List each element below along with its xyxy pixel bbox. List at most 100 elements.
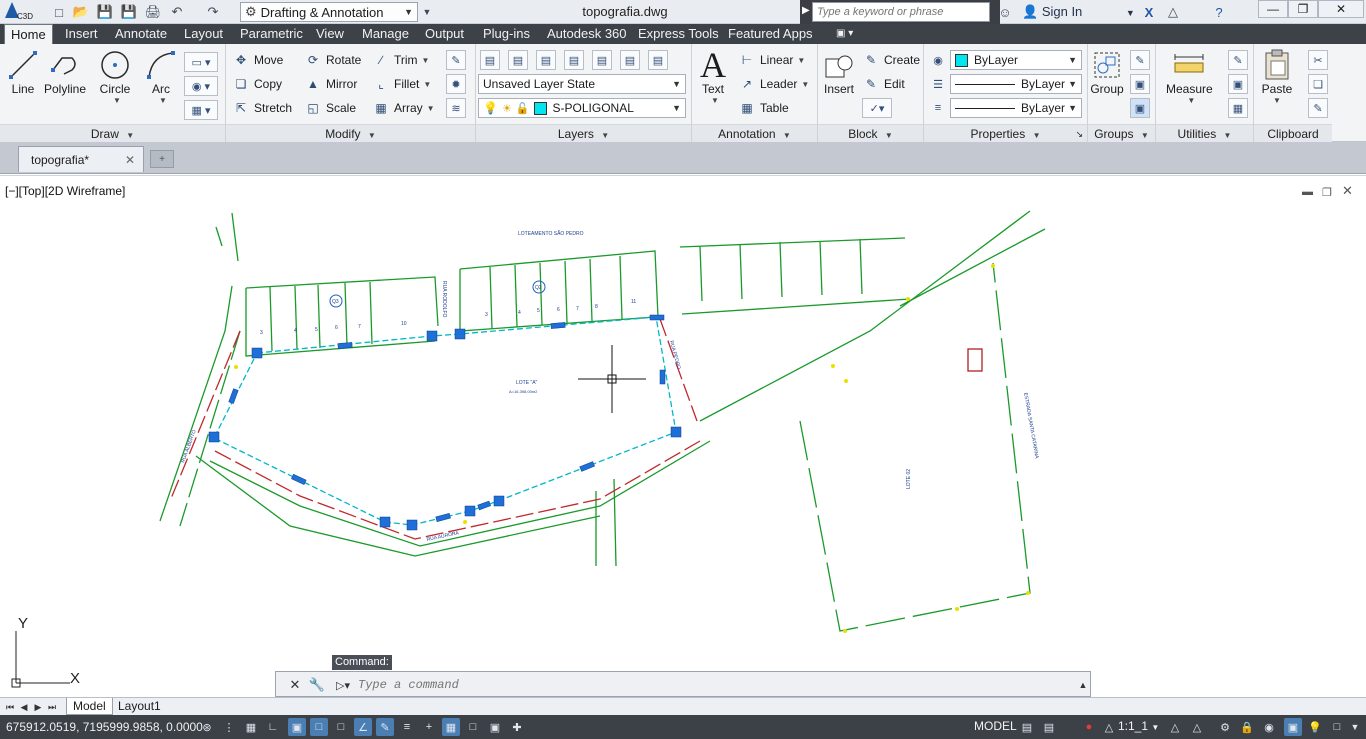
chevron-up-icon[interactable]: ▲ — [1074, 676, 1092, 694]
file-tab-topografia[interactable]: topografia* ✕ — [18, 146, 144, 172]
quick-select-icon[interactable]: ✎ — [1228, 50, 1248, 70]
layer-lock-icon[interactable]: ▤ — [592, 50, 612, 70]
auto-scale-icon[interactable]: △ — [1188, 718, 1206, 736]
scale-tool[interactable]: ◱ Scale — [304, 98, 356, 118]
tab-home[interactable]: Home — [4, 24, 53, 44]
drawing-viewport[interactable]: LOTEAMENTO SÃO PEDRO LOTE "A" A=16.398,0… — [0, 175, 1366, 696]
recent-commands-icon[interactable]: ▷▾ — [332, 676, 354, 694]
edit-block-tool[interactable]: ✎ Edit — [862, 74, 905, 94]
coordinates-readout[interactable]: 675912.0519, 7195999.9858, 0.0000 — [6, 720, 203, 734]
new-file-icon[interactable]: □ — [50, 3, 68, 21]
selection-cycling-icon[interactable]: ✚ — [508, 718, 526, 736]
clipboard-panel-title[interactable]: Clipboard — [1254, 124, 1332, 142]
current-layer-select[interactable]: 💡 ☀ 🔓 S-POLIGONAL ▼ — [478, 98, 686, 118]
tab-annotate[interactable]: Annotate — [109, 24, 173, 44]
help-search-input[interactable] — [812, 2, 990, 22]
line-tool[interactable]: Line — [6, 48, 40, 96]
block-attributes-icon[interactable]: ✓▾ — [862, 98, 892, 118]
binoculars-icon[interactable]: ☺ — [996, 3, 1014, 21]
annotation-scale-icon[interactable]: △ — [1100, 718, 1118, 736]
polyline-tool[interactable]: Polyline — [44, 48, 86, 96]
annotation-panel-title[interactable]: Annotation ▼ — [692, 124, 817, 142]
boundary-icon[interactable]: ▦ ▾ — [184, 100, 218, 120]
minimize-button[interactable]: — — [1258, 0, 1288, 18]
ungroup-icon[interactable]: ✎ — [1130, 50, 1150, 70]
command-input[interactable] — [358, 676, 1058, 694]
tab-layout1[interactable]: Layout1 — [112, 698, 167, 715]
open-file-icon[interactable]: 📂 — [72, 3, 90, 21]
circle-tool[interactable]: Circle ▼ — [98, 48, 132, 105]
status-menu-icon[interactable]: ▼ — [1346, 718, 1364, 736]
lwt-icon[interactable]: ≡ — [398, 718, 416, 736]
layer-isolate-icon[interactable]: ▤ — [508, 50, 528, 70]
layer-freeze-icon[interactable]: ▤ — [564, 50, 584, 70]
explode-icon[interactable]: ✹ — [446, 74, 466, 94]
copy-clip-icon[interactable]: ❏ — [1308, 74, 1328, 94]
location-pin-icon[interactable]: ● — [1080, 718, 1098, 736]
tab-parametric[interactable]: Parametric — [234, 24, 309, 44]
clean-screen-icon[interactable]: □ — [1328, 718, 1346, 736]
array-tool[interactable]: ▦ Array ▼ — [372, 98, 434, 118]
annotation-scale-value[interactable]: 1:1_1 ▼ — [1118, 719, 1159, 733]
ducs-icon[interactable]: ∠ — [354, 718, 372, 736]
lineweight-select[interactable]: ByLayer ▼ — [950, 98, 1082, 118]
otrack-icon[interactable]: □ — [332, 718, 350, 736]
layer-off-icon[interactable]: ▤ — [536, 50, 556, 70]
sc-icon[interactable]: □ — [464, 718, 482, 736]
erase-icon[interactable]: ✎ — [446, 50, 466, 70]
app-menu-icon[interactable]: C3D — [2, 1, 38, 21]
measure-tool[interactable]: Measure ▼ — [1166, 48, 1213, 105]
layer-match-icon[interactable]: ▤ — [620, 50, 640, 70]
linetype-icon[interactable]: ☰ — [928, 74, 948, 94]
properties-panel-title[interactable]: Properties ▼ ↘ — [924, 124, 1087, 142]
leader-tool[interactable]: ↗ Leader ▼ — [738, 74, 809, 94]
color-wheel-icon[interactable]: ◉ — [928, 50, 948, 70]
ribbon-options-icon[interactable]: ▣ ▾ — [830, 24, 859, 44]
ortho-icon[interactable]: ▦ — [242, 718, 260, 736]
save-as-icon[interactable]: 💾 — [120, 3, 138, 21]
linetype-select[interactable]: ByLayer ▼ — [950, 74, 1082, 94]
workspace-dropdown[interactable]: ⚙ Drafting & Annotation ▼ — [240, 2, 418, 22]
arc-tool[interactable]: Arc ▼ — [144, 48, 178, 105]
first-tab-icon[interactable]: ⏮ — [4, 700, 16, 714]
close-tab-icon[interactable]: ✕ — [125, 153, 135, 167]
tab-express-tools[interactable]: Express Tools — [632, 24, 725, 44]
rectangle-icon[interactable]: ▭ ▾ — [184, 52, 218, 72]
tab-layout[interactable]: Layout — [178, 24, 229, 44]
exchange-apps-icon[interactable]: X — [1140, 3, 1158, 21]
groups-panel-title[interactable]: Groups ▼ — [1088, 124, 1155, 142]
bulb-icon[interactable]: 💡 — [1306, 718, 1324, 736]
expand-icon[interactable]: ▶ — [802, 5, 810, 16]
quick-view-layouts-icon[interactable]: ▤ — [1018, 718, 1036, 736]
undo-icon[interactable]: ↶ — [168, 3, 186, 21]
hardware-acceleration-icon[interactable]: ◉ — [1260, 718, 1278, 736]
close-command-icon[interactable]: ✕ — [286, 676, 304, 694]
tab-output[interactable]: Output — [419, 24, 470, 44]
tab-view[interactable]: View — [310, 24, 350, 44]
tab-manage[interactable]: Manage — [356, 24, 415, 44]
quick-access-menu-icon[interactable]: ▼ — [418, 3, 436, 21]
modify-panel-title[interactable]: Modify ▼ — [226, 124, 475, 142]
polar-icon[interactable]: ∟ — [264, 718, 282, 736]
insert-tool[interactable]: Insert — [822, 48, 856, 96]
create-block-tool[interactable]: ✎ Create — [862, 50, 920, 70]
autodesk-360-icon[interactable]: △ — [1164, 3, 1182, 21]
copy-tool[interactable]: ❏ Copy — [232, 74, 282, 94]
color-select[interactable]: ByLayer ▼ — [950, 50, 1082, 70]
linear-tool[interactable]: ⊢ Linear ▼ — [738, 50, 806, 70]
select-all-icon[interactable]: ▣ — [1228, 74, 1248, 94]
text-tool[interactable]: A Text ▼ — [696, 45, 730, 105]
previous-tab-icon[interactable]: ◀ — [18, 700, 30, 714]
tab-insert[interactable]: Insert — [59, 24, 104, 44]
cut-icon[interactable]: ✂ — [1308, 50, 1328, 70]
osnap-icon[interactable]: ▣ — [288, 718, 306, 736]
close-button[interactable]: ✕ — [1318, 0, 1364, 18]
workspace-switching-icon[interactable]: ⚙ — [1216, 718, 1234, 736]
block-panel-title[interactable]: Block ▼ — [818, 124, 923, 142]
lock-ui-icon[interactable]: 🔒 — [1238, 718, 1256, 736]
draw-panel-title[interactable]: Draw ▼ — [0, 124, 225, 142]
print-icon[interactable]: 🖨 — [144, 3, 162, 21]
dyn-icon[interactable]: ✎ — [376, 718, 394, 736]
utilities-panel-title[interactable]: Utilities ▼ — [1156, 124, 1253, 142]
viewport-controls-label[interactable]: [−][Top][2D Wireframe] — [5, 184, 125, 198]
